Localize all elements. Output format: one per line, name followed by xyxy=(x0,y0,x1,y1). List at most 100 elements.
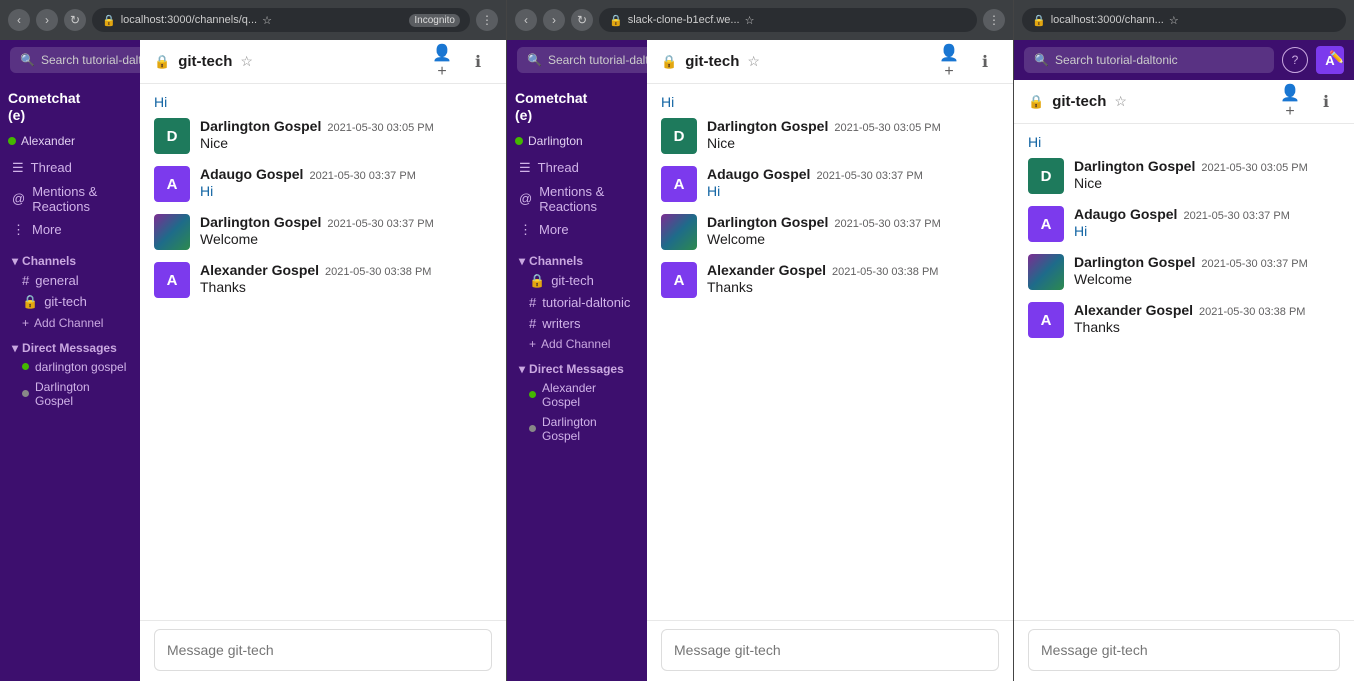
online-dot-1 xyxy=(22,363,29,370)
bookmark-icon-1[interactable]: ☆ xyxy=(262,14,272,27)
search-input-3[interactable] xyxy=(1055,53,1264,67)
back-button-2[interactable]: ‹ xyxy=(515,9,537,31)
address-bar-3[interactable]: 🔒 localhost:3000/chann... ☆ xyxy=(1022,8,1346,32)
msg-body-b3: Welcome xyxy=(707,231,999,247)
dm-chevron-2: ▾ xyxy=(519,362,525,376)
sidebar-item-thread-2[interactable]: ☰ Thread xyxy=(507,156,647,180)
sidebar-channel-writers-2[interactable]: # writers xyxy=(507,313,647,334)
add-channel-label-1: Add Channel xyxy=(34,316,103,330)
bookmark-icon-2[interactable]: ☆ xyxy=(745,14,755,27)
refresh-button-2[interactable]: ↻ xyxy=(571,9,593,31)
sidebar-nav-1: ☰ Thread @ Mentions & Reactions ⋮ More xyxy=(0,152,140,246)
dm-item-darlington-2[interactable]: Darlington Gospel xyxy=(507,412,647,446)
forward-button-2[interactable]: › xyxy=(543,9,565,31)
sidebar-item-more-1[interactable]: ⋮ More xyxy=(0,218,140,242)
msg-header-b4: Alexander Gospel 2021-05-30 03:38 PM xyxy=(707,262,999,278)
sidebar-item-mentions-1[interactable]: @ Mentions & Reactions xyxy=(0,180,140,218)
messages-list-1: Hi D Darlington Gospel 2021-05-30 03:05 … xyxy=(140,84,506,620)
address-bar-1[interactable]: 🔒 localhost:3000/channels/q... ☆ Incogni… xyxy=(92,8,470,32)
msg-group-2: A Adaugo Gospel 2021-05-30 03:37 PM Hi xyxy=(154,166,492,202)
more-icon-1: ⋮ xyxy=(12,222,25,238)
bookmark-icon-3[interactable]: ☆ xyxy=(1169,14,1179,27)
msg-header-c1: Darlington Gospel 2021-05-30 03:05 PM xyxy=(1074,158,1340,174)
sidebar-channel-general-1[interactable]: # general xyxy=(0,270,140,291)
info-btn-1[interactable]: ℹ xyxy=(464,48,492,76)
add-member-btn-1[interactable]: 👤+ xyxy=(428,48,456,76)
msg-name-c3: Darlington Gospel xyxy=(1074,254,1195,270)
msg-content-b2: Adaugo Gospel 2021-05-30 03:37 PM Hi xyxy=(707,166,999,202)
offline-dot-1 xyxy=(22,390,29,397)
sidebar-header-1[interactable]: Cometchat(e) ✏️ xyxy=(0,80,140,130)
address-bar-2[interactable]: 🔒 slack-clone-b1ecf.we... ☆ xyxy=(599,8,977,32)
tutorial-icon-2: # xyxy=(529,295,536,310)
msg-time-c2: 2021-05-30 03:37 PM xyxy=(1183,210,1289,222)
avatar-alexander-1: A xyxy=(154,262,190,298)
message-input-3[interactable] xyxy=(1028,629,1340,671)
msg-content-1: Darlington Gospel 2021-05-30 03:05 PM Ni… xyxy=(200,118,492,154)
hi-greeting-2: Hi xyxy=(661,94,999,110)
channels-section-2[interactable]: ▾ Channels xyxy=(507,246,647,270)
sidebar-channel-git-tech-2[interactable]: 🔒 git-tech xyxy=(507,270,647,292)
sidebar-header-2[interactable]: Cometchat(e) xyxy=(507,80,647,130)
dm-item-alexander-2[interactable]: Alexander Gospel xyxy=(507,378,647,412)
msg-content-4: Alexander Gospel 2021-05-30 03:38 PM Tha… xyxy=(200,262,492,298)
msg-time-b2: 2021-05-30 03:37 PM xyxy=(816,170,922,182)
msg-body-b1: Nice xyxy=(707,135,999,151)
info-btn-3[interactable]: ℹ xyxy=(1312,88,1340,116)
sidebar-channel-tutorial-2[interactable]: # tutorial-daltonic xyxy=(507,292,647,313)
msg-content-c1: Darlington Gospel 2021-05-30 03:05 PM Ni… xyxy=(1074,158,1340,194)
avatar-darlington-b1: D xyxy=(661,118,697,154)
sidebar-user-2: Darlington xyxy=(507,130,647,152)
sidebar-item-thread-1[interactable]: ☰ Thread xyxy=(0,156,140,180)
general-icon-1: # xyxy=(22,273,29,288)
msg-name-c4: Alexander Gospel xyxy=(1074,302,1193,318)
hi-greeting-1: Hi xyxy=(154,94,492,110)
git-tech-icon-1: 🔒 xyxy=(22,294,38,310)
back-button-1[interactable]: ‹ xyxy=(8,9,30,31)
add-member-btn-3[interactable]: 👤+ xyxy=(1276,88,1304,116)
dm-item-darlington-1[interactable]: Darlington Gospel xyxy=(0,377,140,411)
dm-item-darlington-lower-1[interactable]: darlington gospel xyxy=(0,357,140,377)
search-icon-1: 🔍 xyxy=(20,53,35,67)
sidebar-item-mentions-2[interactable]: @ Mentions & Reactions xyxy=(507,180,647,218)
chat-header-1: 🔒 git-tech ☆ 👤+ ℹ xyxy=(140,40,506,84)
star-icon-3[interactable]: ☆ xyxy=(1114,93,1127,110)
add-channel-2[interactable]: + Add Channel xyxy=(507,334,647,354)
forward-button-1[interactable]: › xyxy=(36,9,58,31)
avatar-darlington-img-b3 xyxy=(661,214,697,250)
msg-name-4: Alexander Gospel xyxy=(200,262,319,278)
info-btn-2[interactable]: ℹ xyxy=(971,48,999,76)
msg-group-4: A Alexander Gospel 2021-05-30 03:38 PM T… xyxy=(154,262,492,298)
search-bar-3[interactable]: 🔍 xyxy=(1024,47,1274,73)
extensions-btn-2[interactable]: ⋮ xyxy=(983,9,1005,31)
msg-time-b1: 2021-05-30 03:05 PM xyxy=(834,122,940,134)
brand-name-2: Cometchat(e) xyxy=(515,90,639,124)
git-tech-label-1: git-tech xyxy=(44,294,87,309)
star-icon-2[interactable]: ☆ xyxy=(747,53,760,70)
msg-group-b4: A Alexander Gospel 2021-05-30 03:38 PM T… xyxy=(661,262,999,298)
msg-content-b1: Darlington Gospel 2021-05-30 03:05 PM Ni… xyxy=(707,118,999,154)
dm-section-2[interactable]: ▾ Direct Messages xyxy=(507,354,647,378)
dm-name-1: darlington gospel xyxy=(35,360,126,374)
help-btn-3[interactable]: ? xyxy=(1282,47,1308,73)
sidebar-item-more-2[interactable]: ⋮ More xyxy=(507,218,647,242)
add-channel-1[interactable]: + Add Channel xyxy=(0,313,140,333)
msg-header-3: Darlington Gospel 2021-05-30 03:37 PM xyxy=(200,214,492,230)
writers-label-2: writers xyxy=(542,316,580,331)
sidebar-channel-git-tech-1[interactable]: 🔒 git-tech xyxy=(0,291,140,313)
dm-section-1[interactable]: ▾ Direct Messages xyxy=(0,333,140,357)
star-icon-1[interactable]: ☆ xyxy=(240,53,253,70)
extensions-btn-1[interactable]: ⋮ xyxy=(476,9,498,31)
message-input-2[interactable] xyxy=(661,629,999,671)
channel-title-2: git-tech xyxy=(685,53,739,70)
refresh-button-1[interactable]: ↻ xyxy=(64,9,86,31)
top-bar-1: 🔍 ? A xyxy=(0,40,140,80)
message-input-1[interactable] xyxy=(154,629,492,671)
lock-indicator-1: 🔒 xyxy=(102,14,116,27)
add-member-btn-2[interactable]: 👤+ xyxy=(935,48,963,76)
channels-section-1[interactable]: ▾ Channels xyxy=(0,246,140,270)
avatar-darlington-c1: D xyxy=(1028,158,1064,194)
browser-window-1: ‹ › ↻ 🔒 localhost:3000/channels/q... ☆ I… xyxy=(0,0,507,681)
browser-window-2: ‹ › ↻ 🔒 slack-clone-b1ecf.we... ☆ ⋮ 🔍 ? … xyxy=(507,0,1014,681)
msg-body-c3: Welcome xyxy=(1074,271,1340,287)
